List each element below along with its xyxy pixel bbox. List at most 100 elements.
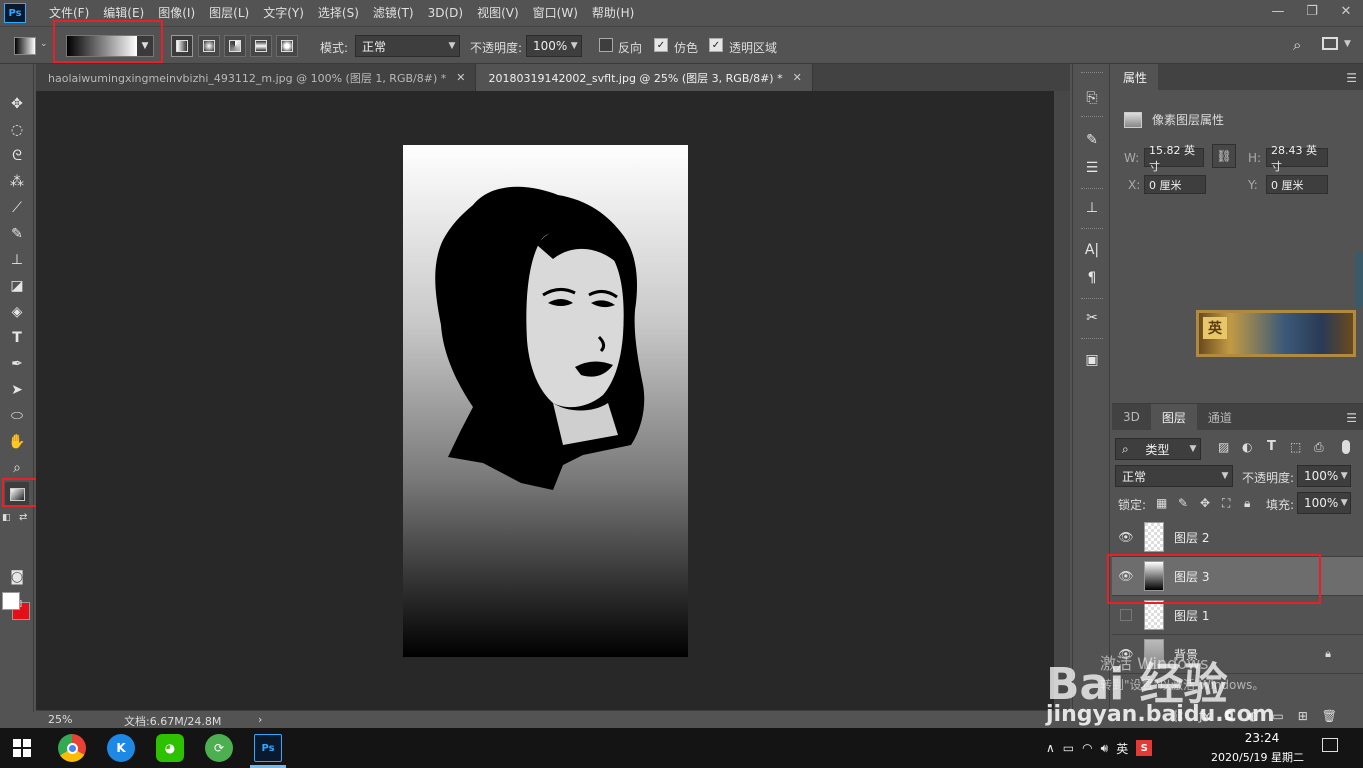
- hand-tool-icon[interactable]: ✋: [5, 430, 29, 454]
- canvas-workspace[interactable]: [36, 91, 1054, 710]
- fx-icon[interactable]: ƒx: [1199, 709, 1210, 723]
- photoshop-taskbar-icon[interactable]: Ps: [254, 734, 282, 762]
- restore-button[interactable]: ❐: [1295, 0, 1329, 22]
- link-layers-icon[interactable]: ⛓: [1170, 709, 1185, 723]
- zoom-tool-icon[interactable]: ⌕: [5, 456, 29, 480]
- eraser-tool-icon[interactable]: ◪: [5, 274, 29, 298]
- windows-start-icon[interactable]: [8, 734, 36, 762]
- filter-pixel-icon[interactable]: ▨: [1218, 440, 1229, 454]
- battery-icon[interactable]: ▭: [1063, 741, 1074, 755]
- filter-smart-object-icon[interactable]: ⎙: [1314, 440, 1324, 455]
- blend-mode-select[interactable]: 正常 ▼: [1115, 465, 1233, 487]
- angle-gradient-button[interactable]: [224, 35, 246, 57]
- eyedropper-tool-icon[interactable]: ⟋: [5, 196, 29, 220]
- height-field[interactable]: 28.43 英寸: [1266, 144, 1328, 173]
- filter-adjustment-icon[interactable]: ◐: [1242, 440, 1252, 454]
- menu-view[interactable]: 视图(V): [470, 0, 526, 26]
- adjustment-layer-icon[interactable]: ◐: [1248, 709, 1258, 723]
- wechat-icon[interactable]: ◕: [156, 734, 184, 762]
- chrome-icon[interactable]: [58, 734, 86, 762]
- group-icon[interactable]: ▭: [1272, 709, 1283, 723]
- tab-channels[interactable]: 通道: [1197, 404, 1243, 430]
- layer-filter-select[interactable]: ⌕ 类型 ▼: [1115, 438, 1201, 460]
- delete-layer-icon[interactable]: 🗑︎: [1322, 709, 1337, 723]
- network-icon[interactable]: ◠: [1082, 741, 1092, 755]
- navigator-icon[interactable]: ▣: [1080, 348, 1104, 372]
- swap-colors-icon[interactable]: ⇄: [19, 512, 27, 523]
- menu-help[interactable]: 帮助(H): [585, 0, 641, 26]
- history-icon[interactable]: ⎘: [1080, 86, 1104, 110]
- menu-window[interactable]: 窗口(W): [526, 0, 585, 26]
- lock-artboard-icon[interactable]: ⛶: [1222, 496, 1230, 511]
- input-method[interactable]: 英: [1116, 740, 1128, 757]
- sogou-icon[interactable]: S: [1136, 740, 1153, 756]
- transparency-checkbox[interactable]: ✓: [709, 38, 723, 52]
- close-tab-icon[interactable]: ✕: [456, 71, 465, 84]
- panel-menu-icon[interactable]: ☰: [1346, 71, 1357, 85]
- lock-position-icon[interactable]: ✥: [1200, 496, 1210, 510]
- browser-icon[interactable]: ⟳: [205, 734, 233, 762]
- x-field[interactable]: 0 厘米: [1144, 175, 1206, 194]
- close-button[interactable]: ✕: [1329, 0, 1363, 22]
- adjustments-icon[interactable]: ☰: [1080, 156, 1104, 180]
- move-tool-icon[interactable]: ✥: [5, 92, 29, 116]
- reverse-checkbox[interactable]: [599, 38, 613, 52]
- quick-mask-icon[interactable]: ◙: [5, 565, 29, 589]
- lock-transparent-icon[interactable]: ▦: [1156, 496, 1167, 510]
- menu-filter[interactable]: 滤镜(T): [366, 0, 421, 26]
- link-icon[interactable]: ⛓: [1212, 144, 1236, 168]
- lock-brush-icon[interactable]: ✎: [1178, 496, 1188, 510]
- lasso-tool-icon[interactable]: ᘓ: [5, 144, 29, 168]
- marquee-tool-icon[interactable]: ◌: [5, 118, 29, 142]
- path-selection-tool-icon[interactable]: ➤: [5, 378, 29, 402]
- paint-bucket-tool-icon[interactable]: ◈: [5, 300, 29, 324]
- layer-row[interactable]: 👁︎ 图层 2: [1112, 518, 1363, 557]
- brush-settings-icon[interactable]: ✎: [1080, 128, 1104, 152]
- pen-tool-icon[interactable]: ✒: [5, 352, 29, 376]
- character-icon[interactable]: A|: [1080, 238, 1104, 262]
- new-layer-icon[interactable]: ⊞: [1298, 709, 1308, 723]
- close-tab-icon[interactable]: ✕: [793, 71, 802, 84]
- filter-shape-icon[interactable]: ⬚: [1290, 440, 1301, 454]
- width-field[interactable]: 15.82 英寸: [1144, 144, 1204, 173]
- clock-date[interactable]: 2020/5/19 星期二: [1200, 749, 1315, 765]
- visibility-toggle[interactable]: [1112, 609, 1140, 621]
- menu-select[interactable]: 选择(S): [311, 0, 366, 26]
- reflected-gradient-button[interactable]: [250, 35, 272, 57]
- search-icon[interactable]: ⌕: [1293, 36, 1301, 54]
- opacity-field[interactable]: 100% ▼: [526, 35, 582, 57]
- workspace-icon[interactable]: [1322, 37, 1338, 50]
- default-colors-icon[interactable]: ◧: [2, 513, 11, 523]
- fill-field[interactable]: 100% ▼: [1297, 492, 1351, 514]
- volume-icon[interactable]: 🔊︎: [1101, 741, 1109, 756]
- type-tool-icon[interactable]: T: [5, 326, 29, 350]
- document-tab-2[interactable]: 20180319142002_svflt.jpg @ 25% (图层 3, RG…: [476, 64, 813, 91]
- document-tab-1[interactable]: haolaiwumingxingmeinvbizhi_493112_m.jpg …: [36, 64, 477, 91]
- filter-type-icon[interactable]: T: [1267, 439, 1276, 454]
- y-field[interactable]: 0 厘米: [1266, 175, 1328, 194]
- chevron-down-icon[interactable]: ▼: [1344, 39, 1351, 49]
- dither-checkbox[interactable]: ✓: [654, 38, 668, 52]
- mode-select[interactable]: 正常 ▼: [355, 35, 460, 57]
- kugou-icon[interactable]: K: [107, 734, 135, 762]
- ellipse-tool-icon[interactable]: ⬭: [5, 404, 29, 428]
- linear-gradient-button[interactable]: [171, 35, 193, 57]
- layer-opacity-field[interactable]: 100% ▼: [1297, 465, 1351, 487]
- panel-menu-icon[interactable]: ☰: [1346, 411, 1357, 425]
- notification-icon[interactable]: [1322, 738, 1338, 752]
- chevron-up-icon[interactable]: ∧: [1046, 741, 1055, 755]
- menu-3d[interactable]: 3D(D): [421, 0, 470, 26]
- clock-time[interactable]: 23:24: [1212, 731, 1312, 745]
- eye-icon[interactable]: 👁︎: [1112, 647, 1140, 661]
- magic-wand-tool-icon[interactable]: ⁂: [5, 170, 29, 194]
- status-menu-arrow-icon[interactable]: ›: [258, 713, 262, 726]
- lock-all-icon[interactable]: 🔒︎: [1244, 496, 1250, 511]
- tab-layers[interactable]: 图层: [1150, 404, 1197, 430]
- tab-3d[interactable]: 3D: [1112, 404, 1151, 430]
- diamond-gradient-button[interactable]: [276, 35, 298, 57]
- radial-gradient-button[interactable]: [198, 35, 220, 57]
- paragraph-icon[interactable]: ¶: [1080, 266, 1104, 290]
- menu-layer[interactable]: 图层(L): [202, 0, 256, 26]
- tool-preset-picker[interactable]: [14, 37, 36, 55]
- menu-type[interactable]: 文字(Y): [256, 0, 311, 26]
